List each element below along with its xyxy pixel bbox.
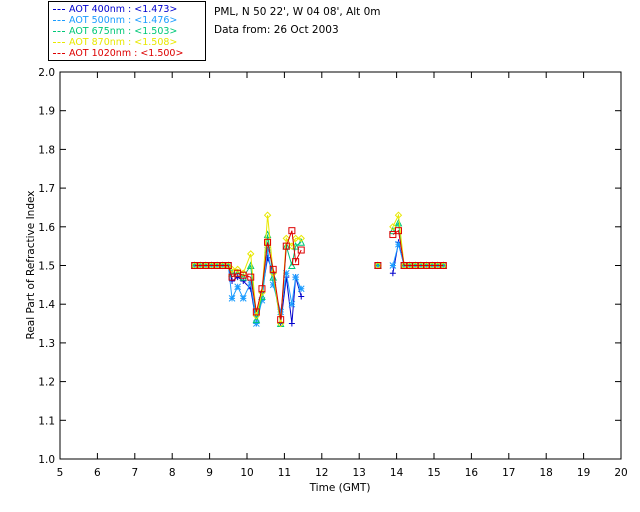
data-point — [297, 238, 306, 246]
y-tick-label: 2.0 — [38, 67, 55, 79]
plot-frame — [59, 71, 622, 460]
x-tick-label: 8 — [169, 467, 176, 479]
x-tick-label: 9 — [206, 467, 213, 479]
data-point — [298, 293, 305, 300]
y-tick-label: 1.6 — [38, 222, 55, 234]
data-point — [389, 262, 397, 269]
axis-ticks: 5 6 7 8 9 10 11 12 13 14 15 16 17 18 19 20 1.0 1.1 1.2 1.3 1… — [38, 67, 627, 479]
y-axis-label: Real Part of Refractive Index — [25, 191, 37, 340]
data-point — [288, 320, 295, 327]
x-tick-label: 16 — [465, 467, 479, 479]
x-tick-label: 15 — [427, 467, 440, 479]
x-tick-label: 7 — [131, 467, 138, 479]
x-tick-label: 13 — [353, 467, 366, 479]
x-tick-label: 14 — [390, 467, 404, 479]
x-tick-label: 20 — [614, 467, 627, 479]
y-tick-label: 1.3 — [38, 338, 55, 350]
data-point — [292, 273, 299, 281]
x-tick-label: 5 — [57, 467, 64, 479]
series — [191, 240, 447, 327]
data-point — [228, 295, 236, 302]
refractive-index-chart: 5 6 7 8 9 10 11 12 13 14 15 16 17 18 19 20 1.0 1.1 1.2 1.3 1… — [25, 67, 628, 494]
data-point — [234, 283, 242, 291]
x-tick-label: 6 — [94, 467, 101, 479]
y-tick-label: 1.8 — [38, 144, 55, 156]
data-point — [239, 295, 247, 302]
y-tick-label: 1.1 — [38, 415, 55, 427]
y-tick-label: 1.9 — [38, 106, 55, 118]
y-tick-label: 1.2 — [38, 377, 55, 389]
x-tick-label: 10 — [240, 467, 253, 479]
x-tick-label: 12 — [315, 467, 328, 479]
x-tick-label: 18 — [540, 467, 553, 479]
data-point — [288, 300, 296, 308]
x-tick-label: 11 — [278, 467, 291, 479]
y-tick-label: 1.0 — [38, 454, 55, 466]
y-tick-label: 1.5 — [38, 261, 55, 273]
data-point — [297, 285, 305, 293]
y-tick-label: 1.7 — [38, 183, 55, 195]
x-tick-label: 17 — [502, 467, 515, 479]
series-layer — [190, 211, 448, 328]
x-tick-label: 19 — [577, 467, 590, 479]
data-point — [389, 270, 396, 277]
y-tick-label: 1.4 — [38, 299, 55, 311]
x-axis-label: Time (GMT) — [309, 482, 371, 494]
